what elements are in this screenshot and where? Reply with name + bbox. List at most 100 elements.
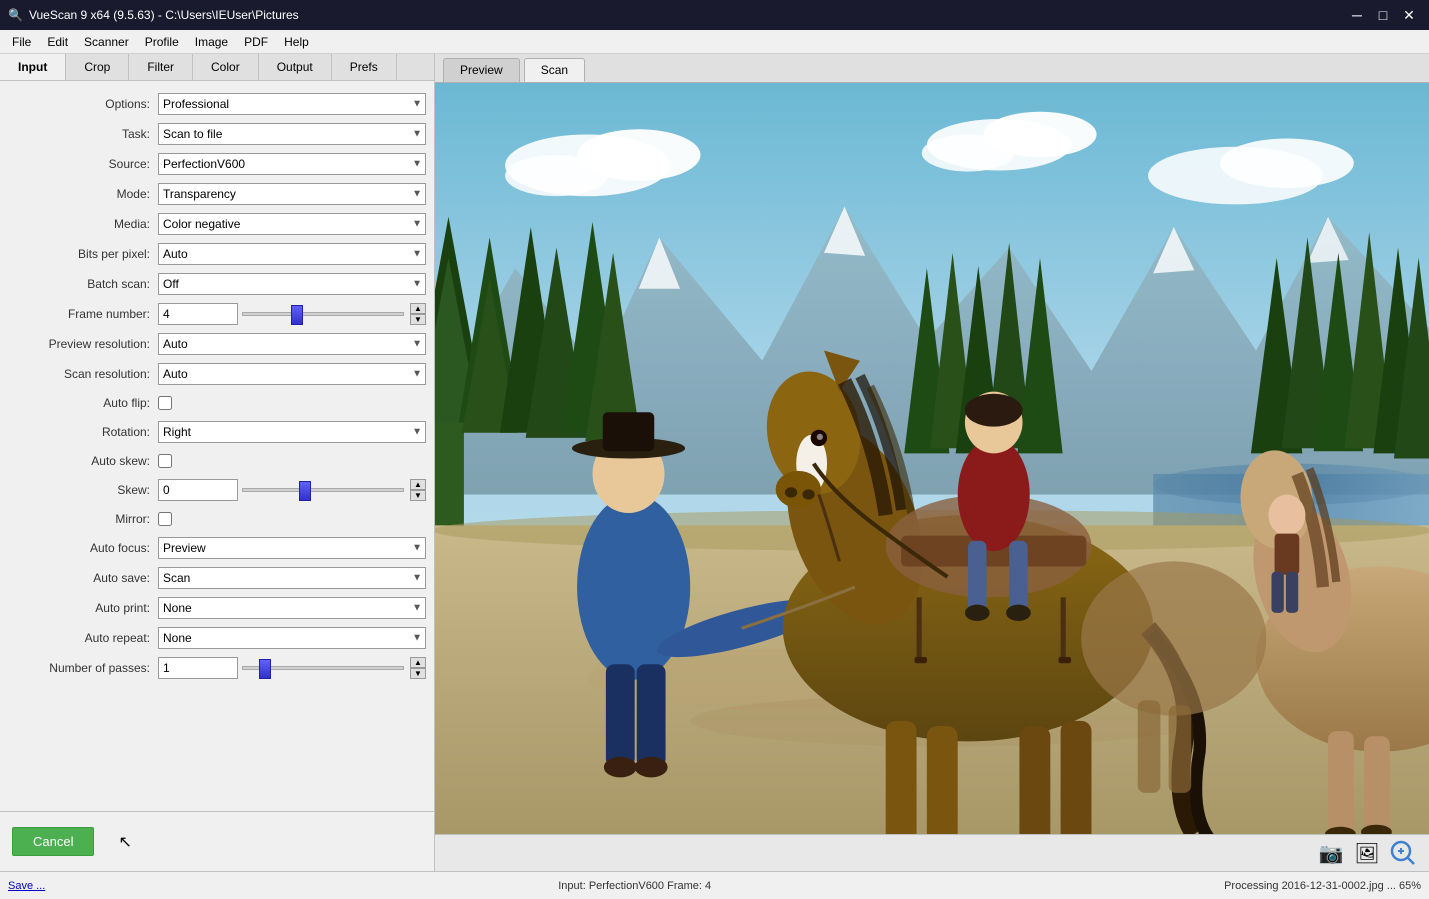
select-17[interactable]: NoneOn: [158, 597, 426, 619]
slider-19[interactable]: [242, 657, 404, 679]
select-3[interactable]: TransparencyReflectiveFilm: [158, 183, 426, 205]
maximize-button[interactable]: □: [1371, 3, 1395, 27]
spin-up-7[interactable]: ▲: [410, 303, 426, 314]
menu-item-edit[interactable]: Edit: [39, 33, 76, 51]
menu-item-scanner[interactable]: Scanner: [76, 33, 137, 51]
preview-bottom-icons: 📷 🖼: [435, 834, 1429, 871]
status-bar: Save ... Input: PerfectionV600 Frame: 4 …: [0, 871, 1429, 899]
select-11[interactable]: NoneLeftRight180: [158, 421, 426, 443]
setting-row-0: Options:ProfessionalBasicAdvanced▼: [0, 89, 434, 119]
input-info: Input: PerfectionV600 Frame: 4: [558, 880, 711, 892]
setting-row-8: Preview resolution:Auto75150300600▼: [0, 329, 434, 359]
number-input-13[interactable]: [158, 479, 238, 501]
spin-down-13[interactable]: ▼: [410, 490, 426, 501]
cancel-button[interactable]: Cancel: [12, 827, 94, 856]
select-1[interactable]: Scan to fileScan to emailScan to printer: [158, 123, 426, 145]
setting-control-19: ▲▼: [158, 657, 426, 679]
setting-row-1: Task:Scan to fileScan to emailScan to pr…: [0, 119, 434, 149]
setting-control-12: [158, 454, 426, 468]
setting-control-1: Scan to fileScan to emailScan to printer…: [158, 123, 426, 145]
bottom-bar: Cancel ↖: [0, 811, 434, 871]
setting-label-8: Preview resolution:: [8, 337, 158, 351]
menu-item-profile[interactable]: Profile: [137, 33, 187, 51]
title-bar-controls: ─ □ ✕: [1345, 3, 1421, 27]
menu-bar: FileEditScannerProfileImagePDFHelp: [0, 30, 1429, 54]
setting-control-3: TransparencyReflectiveFilm▼: [158, 183, 426, 205]
preview-tab-scan[interactable]: Scan: [524, 58, 585, 82]
select-4[interactable]: Color negativeColor positiveB&W negative: [158, 213, 426, 235]
setting-row-11: Rotation:NoneLeftRight180▼: [0, 417, 434, 447]
select-18[interactable]: NoneOn: [158, 627, 426, 649]
tab-prefs[interactable]: Prefs: [332, 54, 397, 80]
setting-row-2: Source:PerfectionV600▼: [0, 149, 434, 179]
select-6[interactable]: OffOn: [158, 273, 426, 295]
select-2[interactable]: PerfectionV600: [158, 153, 426, 175]
select-16[interactable]: ScanOff: [158, 567, 426, 589]
menu-item-file[interactable]: File: [4, 33, 39, 51]
settings-panel[interactable]: Options:ProfessionalBasicAdvanced▼Task:S…: [0, 81, 434, 811]
setting-control-14: [158, 512, 426, 526]
setting-row-14: Mirror:: [0, 505, 434, 533]
setting-row-13: Skew:▲▼: [0, 475, 434, 505]
photo-icon[interactable]: 🖼: [1353, 839, 1381, 867]
setting-row-5: Bits per pixel:Auto8162448▼: [0, 239, 434, 269]
setting-control-0: ProfessionalBasicAdvanced▼: [158, 93, 426, 115]
slider-7[interactable]: [242, 303, 404, 325]
tab-filter[interactable]: Filter: [129, 54, 193, 80]
setting-control-18: NoneOn▼: [158, 627, 426, 649]
select-5[interactable]: Auto8162448: [158, 243, 426, 265]
tab-output[interactable]: Output: [259, 54, 332, 80]
number-input-7[interactable]: [158, 303, 238, 325]
setting-row-18: Auto repeat:NoneOn▼: [0, 623, 434, 653]
select-0[interactable]: ProfessionalBasicAdvanced: [158, 93, 426, 115]
save-link[interactable]: Save ...: [8, 880, 45, 892]
preview-tabs: PreviewScan: [435, 54, 1429, 83]
close-button[interactable]: ✕: [1397, 3, 1421, 27]
setting-label-19: Number of passes:: [8, 661, 158, 675]
checkbox-14[interactable]: [158, 512, 172, 526]
number-input-19[interactable]: [158, 657, 238, 679]
checkbox-12[interactable]: [158, 454, 172, 468]
setting-control-8: Auto75150300600▼: [158, 333, 426, 355]
minimize-button[interactable]: ─: [1345, 3, 1369, 27]
tab-input[interactable]: Input: [0, 54, 66, 80]
right-panel: PreviewScan: [435, 54, 1429, 871]
preview-tab-preview[interactable]: Preview: [443, 58, 520, 82]
setting-label-5: Bits per pixel:: [8, 247, 158, 261]
setting-label-10: Auto flip:: [8, 396, 158, 410]
tab-color[interactable]: Color: [193, 54, 259, 80]
setting-control-4: Color negativeColor positiveB&W negative…: [158, 213, 426, 235]
setting-control-5: Auto8162448▼: [158, 243, 426, 265]
title-bar: 🔍 VueScan 9 x64 (9.5.63) - C:\Users\IEUs…: [0, 0, 1429, 30]
setting-row-19: Number of passes:▲▼: [0, 653, 434, 683]
setting-label-12: Auto skew:: [8, 454, 158, 468]
slider-13[interactable]: [242, 479, 404, 501]
checkbox-10[interactable]: [158, 396, 172, 410]
spin-down-19[interactable]: ▼: [410, 668, 426, 679]
spin-down-7[interactable]: ▼: [410, 314, 426, 325]
tab-crop[interactable]: Crop: [66, 54, 129, 80]
setting-control-13: ▲▼: [158, 479, 426, 501]
spin-up-19[interactable]: ▲: [410, 657, 426, 668]
spin-up-13[interactable]: ▲: [410, 479, 426, 490]
select-8[interactable]: Auto75150300600: [158, 333, 426, 355]
zoom-in-icon[interactable]: [1389, 839, 1417, 867]
setting-control-6: OffOn▼: [158, 273, 426, 295]
setting-label-13: Skew:: [8, 483, 158, 497]
select-15[interactable]: PreviewScanOff: [158, 537, 426, 559]
setting-row-12: Auto skew:: [0, 447, 434, 475]
camera-scan-icon[interactable]: 📷: [1317, 839, 1345, 867]
setting-row-15: Auto focus:PreviewScanOff▼: [0, 533, 434, 563]
setting-control-9: Auto7515030060012002400▼: [158, 363, 426, 385]
title-bar-left: 🔍 VueScan 9 x64 (9.5.63) - C:\Users\IEUs…: [8, 8, 299, 22]
menu-item-help[interactable]: Help: [276, 33, 317, 51]
setting-label-11: Rotation:: [8, 425, 158, 439]
menu-item-image[interactable]: Image: [187, 33, 236, 51]
select-9[interactable]: Auto7515030060012002400: [158, 363, 426, 385]
status-right: Processing 2016-12-31-0002.jpg ... 65%: [1224, 880, 1421, 892]
setting-label-2: Source:: [8, 157, 158, 171]
inner-tabs: InputCropFilterColorOutputPrefs: [0, 54, 434, 81]
setting-row-9: Scan resolution:Auto7515030060012002400▼: [0, 359, 434, 389]
setting-row-16: Auto save:ScanOff▼: [0, 563, 434, 593]
menu-item-pdf[interactable]: PDF: [236, 33, 276, 51]
